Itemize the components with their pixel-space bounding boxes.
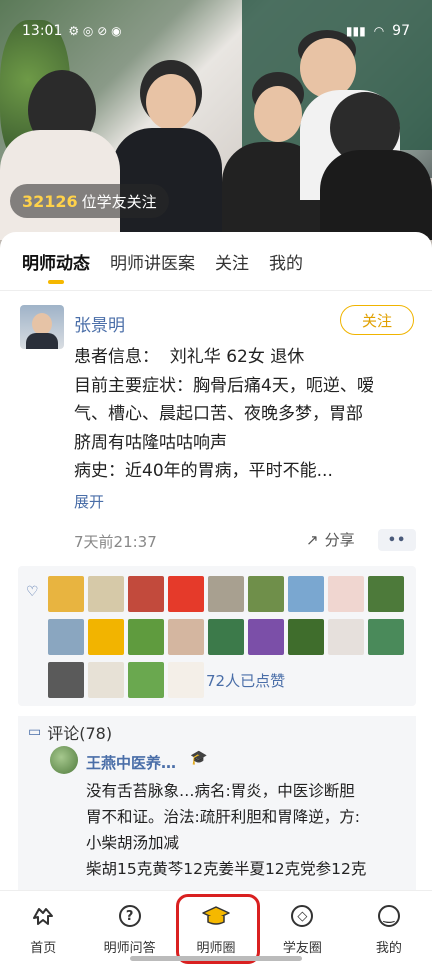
share-icon: ↗ <box>306 530 319 549</box>
liker-avatar[interactable] <box>368 576 404 612</box>
heart-icon: ♡ <box>26 584 39 600</box>
post-line: 目前主要症状：胸骨后痛4天，呃逆、嗳 <box>74 375 374 396</box>
commenter-avatar[interactable] <box>50 746 78 774</box>
question-icon: ? <box>118 905 141 927</box>
tab-bar: 明师动态 明师讲医案 关注 我的 <box>0 232 432 290</box>
comments-title: 评论(78) <box>47 724 113 743</box>
nav-label: 明师问答 <box>103 941 156 956</box>
compass-icon: ◇ <box>291 905 314 927</box>
post-time: 7天前21:37 <box>74 533 157 551</box>
liker-avatar[interactable] <box>208 619 244 655</box>
liker-avatar[interactable] <box>168 619 204 655</box>
follower-suffix: 位学友关注 <box>81 192 157 211</box>
liker-avatar[interactable] <box>168 576 204 612</box>
expand-link[interactable]: 展开 <box>74 491 104 512</box>
notification-icons: ⚙ ◎ ⊘ ◉ <box>68 24 122 38</box>
tab-mingshi-yian[interactable]: 明师讲医案 <box>110 249 195 274</box>
divider <box>0 290 432 291</box>
comment-text[interactable]: 没有舌苔脉象…病名:胃炎，中医诊断胆 胃不和证。治法:疏肝利胆和胃降逆，方: 小… <box>86 778 408 882</box>
post-content[interactable]: 患者信息： 刘礼华 62女 退休 目前主要症状：胸骨后痛4天，呃逆、嗳 气、槽心… <box>74 343 416 486</box>
comment-line: 柴胡15克黄芩12克姜半夏12克党参12克 <box>86 860 367 878</box>
nav-label: 学友圈 <box>282 941 322 956</box>
status-time: 13:01 <box>22 23 63 39</box>
comments-panel: ▭ 评论(78) 王燕中医养… 🎓 没有舌苔脉象…病名:胃炎，中医诊断胆 胃不和… <box>18 716 416 896</box>
post-line: 患者信息： 刘礼华 62女 退休 <box>74 347 305 367</box>
smile-icon: ‿ <box>377 905 400 927</box>
follower-count: 32126 <box>22 191 78 211</box>
liker-avatar[interactable] <box>248 619 284 655</box>
graduation-cap-badge-icon: 🎓 <box>190 750 208 766</box>
wifi-icon: ◠ <box>373 24 385 38</box>
liker-avatar[interactable] <box>168 662 204 698</box>
nav-xueyou-quan[interactable]: ◇ 学友圈 <box>259 891 345 964</box>
home-indicator <box>130 956 302 961</box>
follow-button[interactable]: 关注 <box>340 305 414 335</box>
liker-avatar[interactable] <box>88 619 124 655</box>
liker-avatar[interactable] <box>328 619 364 655</box>
liker-avatar[interactable] <box>48 662 84 698</box>
commenter-name[interactable]: 王燕中医养… <box>86 752 176 773</box>
person-body <box>320 150 432 240</box>
tab-mine[interactable]: 我的 <box>269 249 303 274</box>
liker-avatar[interactable] <box>128 576 164 612</box>
like-count[interactable]: 72人已点赞 <box>206 670 285 691</box>
author-avatar[interactable] <box>20 305 64 349</box>
liker-avatar[interactable] <box>128 619 164 655</box>
comment-line: 没有舌苔脉象…病名:胃炎，中医诊断胆 <box>86 782 355 800</box>
follower-badge: 32126 位学友关注 <box>10 184 169 218</box>
post-line: 气、槽心、晨起口苦、夜晚多梦，胃部 <box>74 404 363 424</box>
tab-mingshi-dongtai[interactable]: 明师动态 <box>22 249 90 274</box>
liker-avatar[interactable] <box>88 662 124 698</box>
liker-avatar[interactable] <box>248 576 284 612</box>
battery-level: 97 <box>392 23 410 39</box>
liker-avatar[interactable] <box>48 619 84 655</box>
liker-avatar[interactable] <box>88 576 124 612</box>
person-face <box>254 86 302 142</box>
home-icon <box>31 903 55 929</box>
nav-label: 我的 <box>375 941 402 956</box>
person-body <box>112 128 222 238</box>
more-button[interactable]: •• <box>378 529 416 551</box>
liker-avatar[interactable] <box>368 619 404 655</box>
highlight-box <box>176 894 260 964</box>
liker-avatar[interactable] <box>328 576 364 612</box>
nav-label: 首页 <box>30 941 57 956</box>
likes-panel: ♡ 72人已点赞 <box>18 566 416 706</box>
post-line: 病史：近40年的胃病，平时不能... <box>74 461 333 481</box>
signal-icon: ▮▮▮ <box>345 24 366 38</box>
liker-avatar[interactable] <box>208 576 244 612</box>
share-label: 分享 <box>324 531 355 549</box>
comment-line: 胃不和证。治法:疏肝利胆和胃降逆，方: <box>86 808 360 826</box>
comment-line: 小柴胡汤加减 <box>86 834 180 852</box>
comment-icon: ▭ <box>28 724 42 740</box>
author-name[interactable]: 张景明 <box>74 311 125 336</box>
nav-qa[interactable]: ? 明师问答 <box>86 891 172 964</box>
tab-follow[interactable]: 关注 <box>215 249 249 274</box>
hero-banner: 13:01 ⚙ ◎ ⊘ ◉ ▮▮▮ ◠ 97 32126 位学友关注 <box>0 0 432 248</box>
liker-avatar[interactable] <box>48 576 84 612</box>
status-bar: 13:01 ⚙ ◎ ⊘ ◉ ▮▮▮ ◠ 97 <box>0 0 432 48</box>
nav-mine[interactable]: ‿ 我的 <box>346 891 432 964</box>
comments-header: ▭ 评论(78) <box>28 720 112 744</box>
share-button[interactable]: ↗ 分享 <box>306 529 355 550</box>
post-line: 脐周有咕隆咕咕响声 <box>74 432 227 453</box>
nav-home[interactable]: 首页 <box>0 891 86 964</box>
liker-avatar[interactable] <box>288 576 324 612</box>
person-face <box>146 74 196 130</box>
liker-avatar[interactable] <box>128 662 164 698</box>
liker-avatar[interactable] <box>288 619 324 655</box>
